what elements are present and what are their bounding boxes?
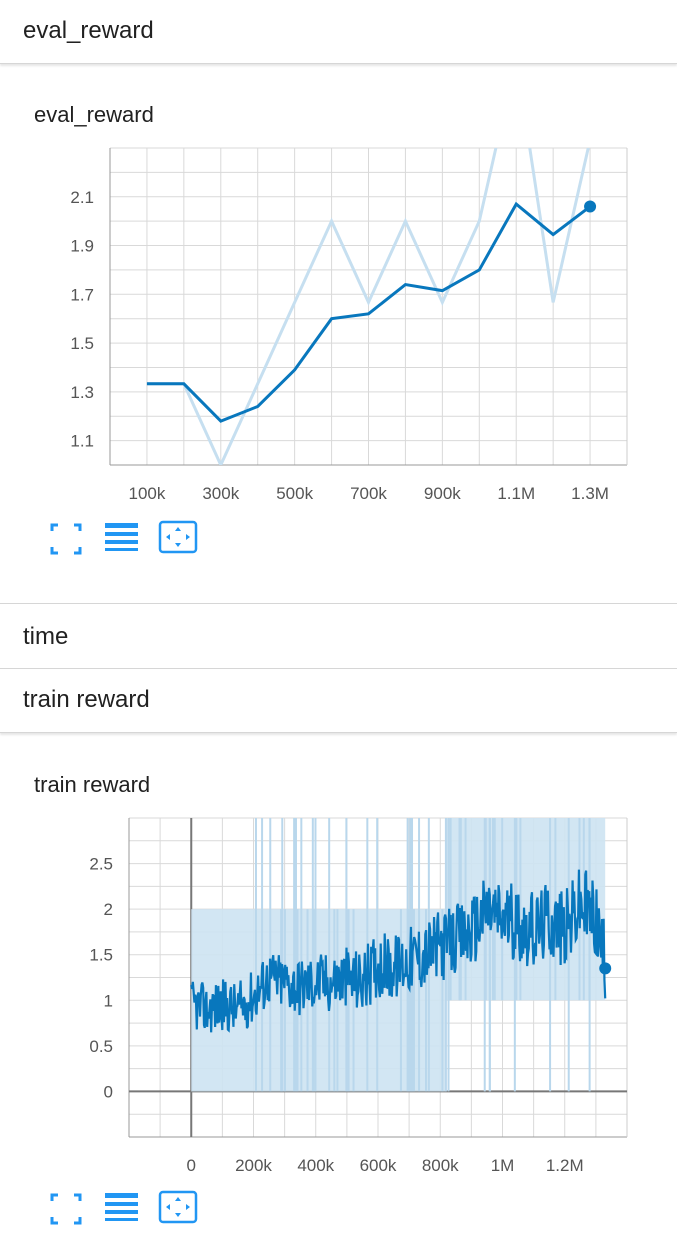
y-tick-label: 1.5 [89, 946, 113, 965]
fit-domain-icon[interactable] [158, 1189, 198, 1229]
fit-to-screen-icon[interactable] [46, 519, 86, 559]
fit-domain-icon[interactable] [158, 519, 198, 559]
y-tick-label: 2.1 [70, 188, 94, 207]
data-table-icon[interactable] [102, 519, 142, 559]
fit-to-screen-icon[interactable] [46, 1189, 86, 1229]
section-header-train-reward[interactable]: train reward [0, 669, 677, 733]
y-tick-label: 0 [104, 1082, 113, 1101]
x-tick-label: 100k [128, 484, 165, 503]
eval-chart-toolbar [46, 519, 206, 559]
train-reward-chart[interactable]: 0 0.5 1 1.5 2 2.5 0 200k 400k 600k 800k 1M 1.2M [0, 810, 677, 1180]
data-table-icon[interactable] [102, 1189, 142, 1229]
x-tick-label: 400k [297, 1156, 334, 1175]
x-tick-label: 0 [187, 1156, 196, 1175]
y-tick-label: 1 [104, 991, 113, 1010]
y-tick-label: 1.1 [70, 432, 94, 451]
chart-title-train-reward: train reward [34, 772, 151, 797]
x-tick-label: 600k [360, 1156, 397, 1175]
section-title: train reward [23, 686, 150, 713]
section-header-eval-reward[interactable]: eval_reward [0, 0, 677, 64]
last-point-marker [599, 962, 612, 975]
x-tick-label: 1M [491, 1156, 515, 1175]
y-tick-label: 2 [104, 900, 113, 919]
y-tick-label: 1.3 [70, 383, 94, 402]
chart-title-eval-reward: eval_reward [34, 102, 154, 127]
x-tick-label: 700k [350, 484, 387, 503]
x-tick-label: 1.3M [571, 484, 609, 503]
x-tick-label: 300k [202, 484, 239, 503]
train-chart-toolbar [46, 1189, 206, 1229]
y-tick-label: 2.5 [89, 855, 113, 874]
section-title: time [23, 623, 69, 650]
y-tick-label: 1.9 [70, 237, 94, 256]
y-tick-label: 1.5 [70, 334, 94, 353]
x-tick-label: 800k [422, 1156, 459, 1175]
x-tick-label: 1.2M [546, 1156, 584, 1175]
x-tick-label: 1.1M [497, 484, 535, 503]
section-title: eval_reward [23, 17, 154, 44]
x-tick-label: 500k [276, 484, 313, 503]
y-tick-label: 0.5 [89, 1037, 113, 1056]
y-tick-label: 1.7 [70, 285, 94, 304]
eval-reward-chart[interactable]: 1.1 1.3 1.5 1.7 1.9 2.1 100k 300k 500k 700k 900k 1.… [0, 140, 677, 510]
section-header-time[interactable]: time [0, 603, 677, 669]
x-tick-label: 900k [424, 484, 461, 503]
last-point-marker [584, 200, 597, 213]
x-tick-label: 200k [235, 1156, 272, 1175]
